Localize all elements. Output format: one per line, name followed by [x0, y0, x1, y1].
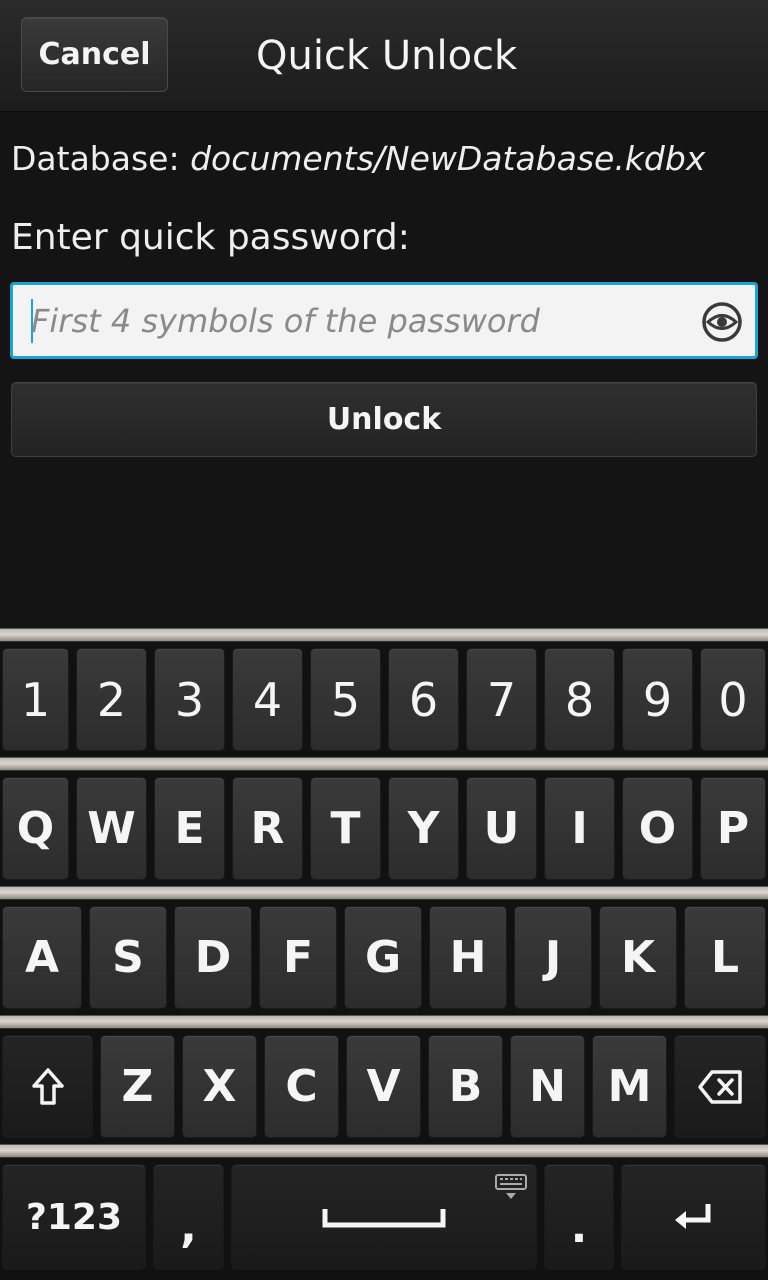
key-0[interactable]: 0: [700, 648, 766, 751]
space-icon: [322, 1205, 446, 1229]
key-3[interactable]: 3: [154, 648, 225, 751]
key-z[interactable]: Z: [100, 1035, 175, 1138]
key-4[interactable]: 4: [232, 648, 303, 751]
key-h[interactable]: H: [429, 906, 507, 1009]
key-j[interactable]: J: [514, 906, 592, 1009]
key-i[interactable]: I: [544, 777, 615, 880]
shift-key[interactable]: [2, 1035, 93, 1138]
virtual-keyboard: 1 2 3 4 5 6 7 8 9 0 Q W E R T Y U I O P …: [0, 628, 768, 1280]
keyboard-row-divider: [0, 1015, 768, 1029]
database-path: documents/NewDatabase.kdbx: [190, 139, 706, 178]
key-t[interactable]: T: [310, 777, 381, 880]
key-9[interactable]: 9: [622, 648, 693, 751]
key-c[interactable]: C: [264, 1035, 339, 1138]
key-6[interactable]: 6: [388, 648, 459, 751]
shift-icon: [31, 1067, 65, 1107]
key-f[interactable]: F: [259, 906, 337, 1009]
page-title: Quick Unlock: [256, 33, 518, 79]
enter-key[interactable]: [621, 1164, 766, 1270]
key-w[interactable]: W: [76, 777, 147, 880]
key-g[interactable]: G: [344, 906, 422, 1009]
key-a[interactable]: A: [2, 906, 82, 1009]
key-x[interactable]: X: [182, 1035, 257, 1138]
unlock-button[interactable]: Unlock: [11, 382, 757, 457]
key-m[interactable]: M: [592, 1035, 667, 1138]
comma-key[interactable]: ,: [153, 1164, 224, 1270]
backspace-key[interactable]: [674, 1035, 766, 1138]
password-prompt: Enter quick password:: [11, 217, 410, 258]
key-p[interactable]: P: [700, 777, 766, 880]
eye-icon[interactable]: [701, 301, 743, 343]
database-info: Database: documents/NewDatabase.kdbx: [11, 138, 705, 180]
key-5[interactable]: 5: [310, 648, 381, 751]
key-n[interactable]: N: [510, 1035, 585, 1138]
key-k[interactable]: K: [599, 906, 677, 1009]
period-key[interactable]: .: [544, 1164, 614, 1270]
key-7[interactable]: 7: [466, 648, 537, 751]
key-d[interactable]: D: [174, 906, 252, 1009]
title-bar: Cancel Quick Unlock: [0, 0, 768, 112]
key-e[interactable]: E: [154, 777, 225, 880]
keyboard-row-divider: [0, 886, 768, 900]
database-label: Database:: [11, 139, 180, 178]
keyboard-hide-icon[interactable]: [494, 1173, 528, 1201]
key-o[interactable]: O: [622, 777, 693, 880]
key-b[interactable]: B: [428, 1035, 503, 1138]
key-8[interactable]: 8: [544, 648, 615, 751]
key-y[interactable]: Y: [388, 777, 459, 880]
key-v[interactable]: V: [346, 1035, 421, 1138]
key-r[interactable]: R: [232, 777, 303, 880]
key-2[interactable]: 2: [76, 648, 147, 751]
key-l[interactable]: L: [684, 906, 766, 1009]
key-1[interactable]: 1: [2, 648, 69, 751]
space-key[interactable]: [231, 1164, 537, 1270]
keyboard-row-divider: [0, 1144, 768, 1158]
quick-password-input[interactable]: [31, 295, 691, 347]
enter-icon: [672, 1200, 716, 1234]
quick-password-field[interactable]: [10, 282, 758, 359]
key-s[interactable]: S: [89, 906, 167, 1009]
cancel-button[interactable]: Cancel: [21, 17, 168, 92]
keyboard-row-divider: [0, 757, 768, 771]
key-u[interactable]: U: [466, 777, 537, 880]
key-q[interactable]: Q: [2, 777, 69, 880]
keyboard-row-divider: [0, 628, 768, 642]
backspace-icon: [697, 1069, 743, 1105]
symbols-key[interactable]: ?123: [2, 1164, 146, 1270]
